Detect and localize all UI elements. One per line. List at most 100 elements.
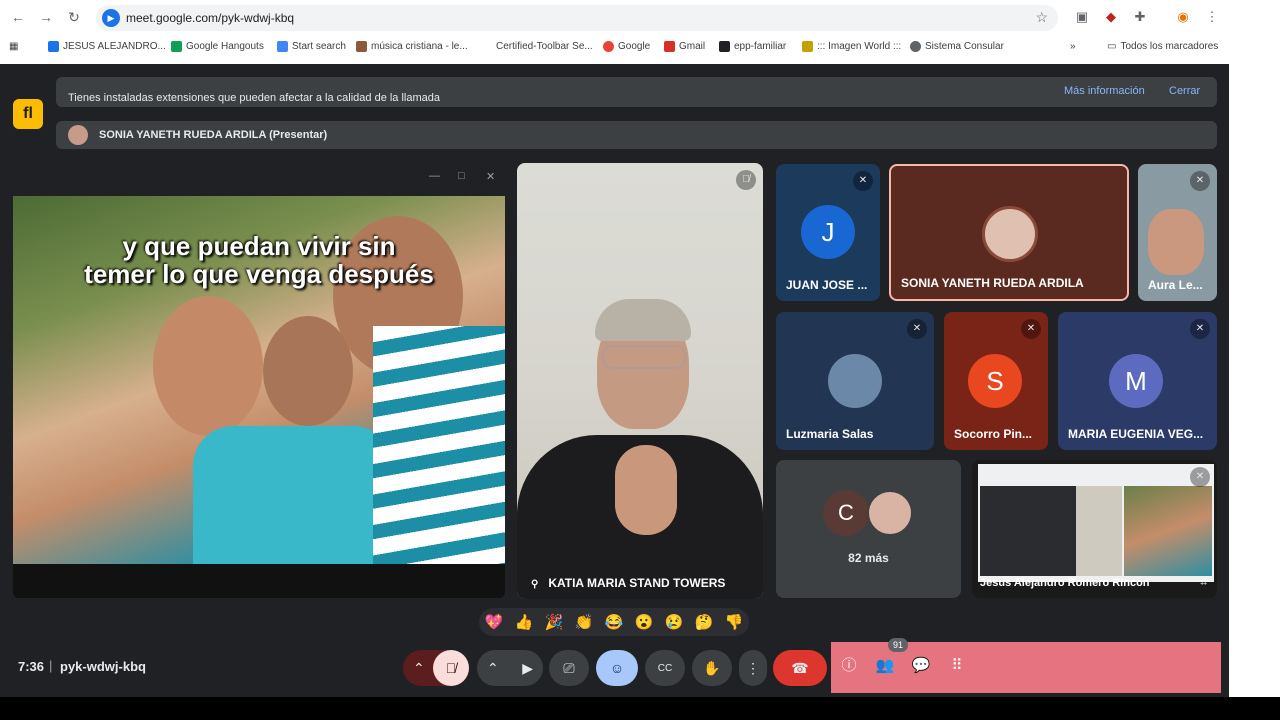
bookmark-item[interactable]: Sistema Consular bbox=[910, 41, 1004, 52]
shared-window-titlebar: — □ ✕ bbox=[13, 164, 505, 196]
meet-site-icon: ▶ bbox=[102, 9, 120, 27]
bookmark-label: Google bbox=[618, 41, 651, 52]
bookmark-item[interactable]: Gmail bbox=[664, 41, 705, 52]
bookmark-item[interactable]: epp-familiar bbox=[719, 41, 786, 52]
participant-video-face bbox=[1148, 209, 1204, 275]
bookmarks-overflow-button[interactable]: » bbox=[1070, 41, 1076, 52]
participant-video-hands bbox=[615, 445, 677, 535]
banner-text: Tienes instaladas extensiones que pueden… bbox=[68, 92, 441, 104]
browser-menu-icon[interactable]: ⋮ bbox=[1204, 9, 1220, 25]
participant-name-text: KATIA MARIA STAND TOWERS bbox=[548, 576, 726, 590]
bookmark-label: ::: Imagen World ::: bbox=[817, 41, 902, 52]
bookmark-label: Google Hangouts bbox=[186, 41, 264, 52]
self-view-video bbox=[1076, 486, 1122, 576]
mic-off-icon: ✕ bbox=[1190, 319, 1210, 339]
bookmark-item[interactable]: música cristiana - le... bbox=[356, 41, 468, 52]
meet-side-logo-icon[interactable]: fl bbox=[13, 99, 43, 129]
bookmark-label: epp-familiar bbox=[734, 41, 787, 52]
self-view-tile[interactable]: ✕ Jesus Alejandro Romero Rincon ⌗ bbox=[972, 460, 1217, 598]
closed-captions-icon: CC bbox=[657, 662, 673, 674]
raise-hand-button[interactable]: ✋ bbox=[692, 650, 732, 686]
reaction-thumbs-down[interactable]: 👎 bbox=[725, 613, 744, 631]
reaction-heart[interactable]: 💖 bbox=[485, 613, 504, 631]
bookmark-item[interactable]: Start search bbox=[277, 41, 346, 52]
mic-off-icon: 🎙̸ bbox=[445, 660, 457, 676]
forward-arrow-icon[interactable]: → bbox=[37, 8, 55, 26]
maximize-icon: □ bbox=[458, 170, 465, 182]
mic-toggle-button[interactable]: 🎙̸ bbox=[433, 650, 469, 686]
participant-tile-aura[interactable]: ✕ Aura Le... bbox=[1138, 164, 1217, 301]
participant-name: JUAN JOSE ... bbox=[786, 278, 868, 292]
reaction-sad[interactable]: 😢 bbox=[665, 613, 684, 631]
emoji-icon: ☺ bbox=[609, 660, 625, 676]
mic-off-icon: ✕ bbox=[907, 319, 927, 339]
presenter-bar[interactable]: SONIA YANETH RUEDA ARDILA (Presentar) bbox=[56, 121, 1217, 149]
participant-tile-socorro[interactable]: ✕ S Socorro Pin... bbox=[944, 312, 1048, 450]
extensions-puzzle-icon[interactable]: ✚ bbox=[1132, 9, 1148, 25]
bookmarks-bar: ▦ JESUS ALEJANDRO... Google Hangouts Sta… bbox=[0, 37, 1229, 59]
chat-icon[interactable]: 💬 bbox=[907, 652, 935, 680]
more-info-link[interactable]: Más información bbox=[1064, 85, 1145, 97]
people-count-badge: 91 bbox=[888, 638, 908, 652]
camera-controls[interactable]: ⌃ ▶ bbox=[477, 650, 543, 686]
reload-icon[interactable]: ↻ bbox=[65, 8, 83, 26]
reaction-thumbs-up[interactable]: 👍 bbox=[515, 613, 534, 631]
more-options-button[interactable]: ⋮ bbox=[739, 650, 767, 686]
bottom-bar bbox=[0, 697, 1280, 720]
presenter-label: SONIA YANETH RUEDA ARDILA (Presentar) bbox=[99, 129, 328, 141]
reaction-thinking[interactable]: 🤔 bbox=[695, 613, 714, 631]
participant-tile-sonia[interactable]: SONIA YANETH RUEDA ARDILA bbox=[889, 164, 1129, 301]
url-text[interactable]: meet.google.com/pyk-wdwj-kbq bbox=[126, 11, 294, 25]
reaction-party[interactable]: 🎉 bbox=[545, 613, 564, 631]
bookmark-item[interactable]: Google bbox=[603, 41, 650, 52]
apps-grid-icon[interactable]: ⠿ bbox=[943, 652, 971, 680]
more-participants-tile[interactable]: C 82 más bbox=[776, 460, 961, 598]
avatar bbox=[867, 490, 913, 536]
reaction-clap[interactable]: 👏 bbox=[575, 613, 594, 631]
chevron-up-icon[interactable]: ⌃ bbox=[487, 660, 499, 677]
participant-tile-juan[interactable]: ✕ J JUAN JOSE ... bbox=[776, 164, 880, 301]
close-icon: ✕ bbox=[486, 171, 496, 183]
wix-icon bbox=[719, 41, 730, 52]
apps-grid-icon[interactable]: ▦ bbox=[9, 41, 18, 52]
profile-avatar-icon[interactable]: ◉ bbox=[1172, 9, 1194, 25]
bookmark-star-icon[interactable]: ☆ bbox=[1035, 9, 1048, 26]
caption-line-1: y que puedan vivir sin bbox=[122, 231, 396, 261]
hangup-icon: ☎ bbox=[791, 659, 809, 676]
bookmark-item[interactable]: JESUS ALEJANDRO... bbox=[48, 41, 166, 52]
mic-off-icon: ✕ bbox=[1190, 171, 1210, 191]
avatar bbox=[982, 206, 1038, 262]
emoji-button[interactable]: ☺ bbox=[596, 650, 638, 686]
back-arrow-icon[interactable]: ← bbox=[9, 8, 27, 26]
participant-tile-luzmaria[interactable]: ✕ Luzmaria Salas bbox=[776, 312, 934, 450]
avatar: M bbox=[1109, 354, 1163, 408]
avatar: J bbox=[801, 205, 855, 259]
people-icon[interactable]: 👥 bbox=[871, 652, 899, 680]
captions-button[interactable]: CC bbox=[645, 650, 685, 686]
all-bookmarks-folder[interactable]: ▭ Todos los marcadores bbox=[1107, 41, 1218, 52]
participant-tile-maria[interactable]: ✕ M MARIA EUGENIA VEG... bbox=[1058, 312, 1217, 450]
extension-clipboard-icon[interactable]: ▣ bbox=[1074, 9, 1090, 25]
crop-icon[interactable]: ⌗ bbox=[1200, 575, 1207, 590]
bookmark-item[interactable]: Certified-Toolbar Se... bbox=[496, 41, 593, 52]
present-button[interactable]: ⎚ bbox=[549, 650, 589, 686]
screen-share-tile[interactable]: — □ ✕ y que puedan vivir sin temer lo qu… bbox=[13, 164, 505, 598]
bookmark-item[interactable]: Google Hangouts bbox=[171, 41, 264, 52]
extensions-warning-banner: Tienes instaladas extensiones que pueden… bbox=[56, 77, 1217, 107]
close-banner-button[interactable]: Cerrar bbox=[1169, 85, 1200, 97]
participant-tile-katia[interactable]: 🎙̸ ⚲ KATIA MARIA STAND TOWERS bbox=[517, 163, 763, 599]
bookmark-item[interactable]: ::: Imagen World ::: bbox=[802, 41, 901, 52]
reaction-laugh[interactable]: 😂 bbox=[605, 613, 624, 631]
reaction-surprised[interactable]: 😮 bbox=[635, 613, 654, 631]
bookmark-label: JESUS ALEJANDRO... bbox=[63, 41, 166, 52]
reactions-bar: 💖 👍 🎉 👏 😂 😮 😢 🤔 👎 bbox=[479, 608, 749, 636]
address-bar[interactable]: ▶ meet.google.com/pyk-wdwj-kbq ☆ bbox=[96, 5, 1058, 31]
minimize-icon: — bbox=[429, 170, 440, 182]
participant-name: Jesus Alejandro Romero Rincon bbox=[980, 577, 1150, 589]
meeting-clock: 7:36 bbox=[18, 659, 45, 674]
bookmark-label: Certified-Toolbar Se... bbox=[496, 41, 593, 52]
info-icon[interactable]: ⓘ bbox=[835, 652, 863, 680]
video-camera-icon[interactable]: ▶ bbox=[522, 660, 533, 677]
hangup-button[interactable]: ☎ bbox=[773, 650, 827, 686]
extension-shield-icon[interactable]: ◆ bbox=[1103, 9, 1119, 25]
